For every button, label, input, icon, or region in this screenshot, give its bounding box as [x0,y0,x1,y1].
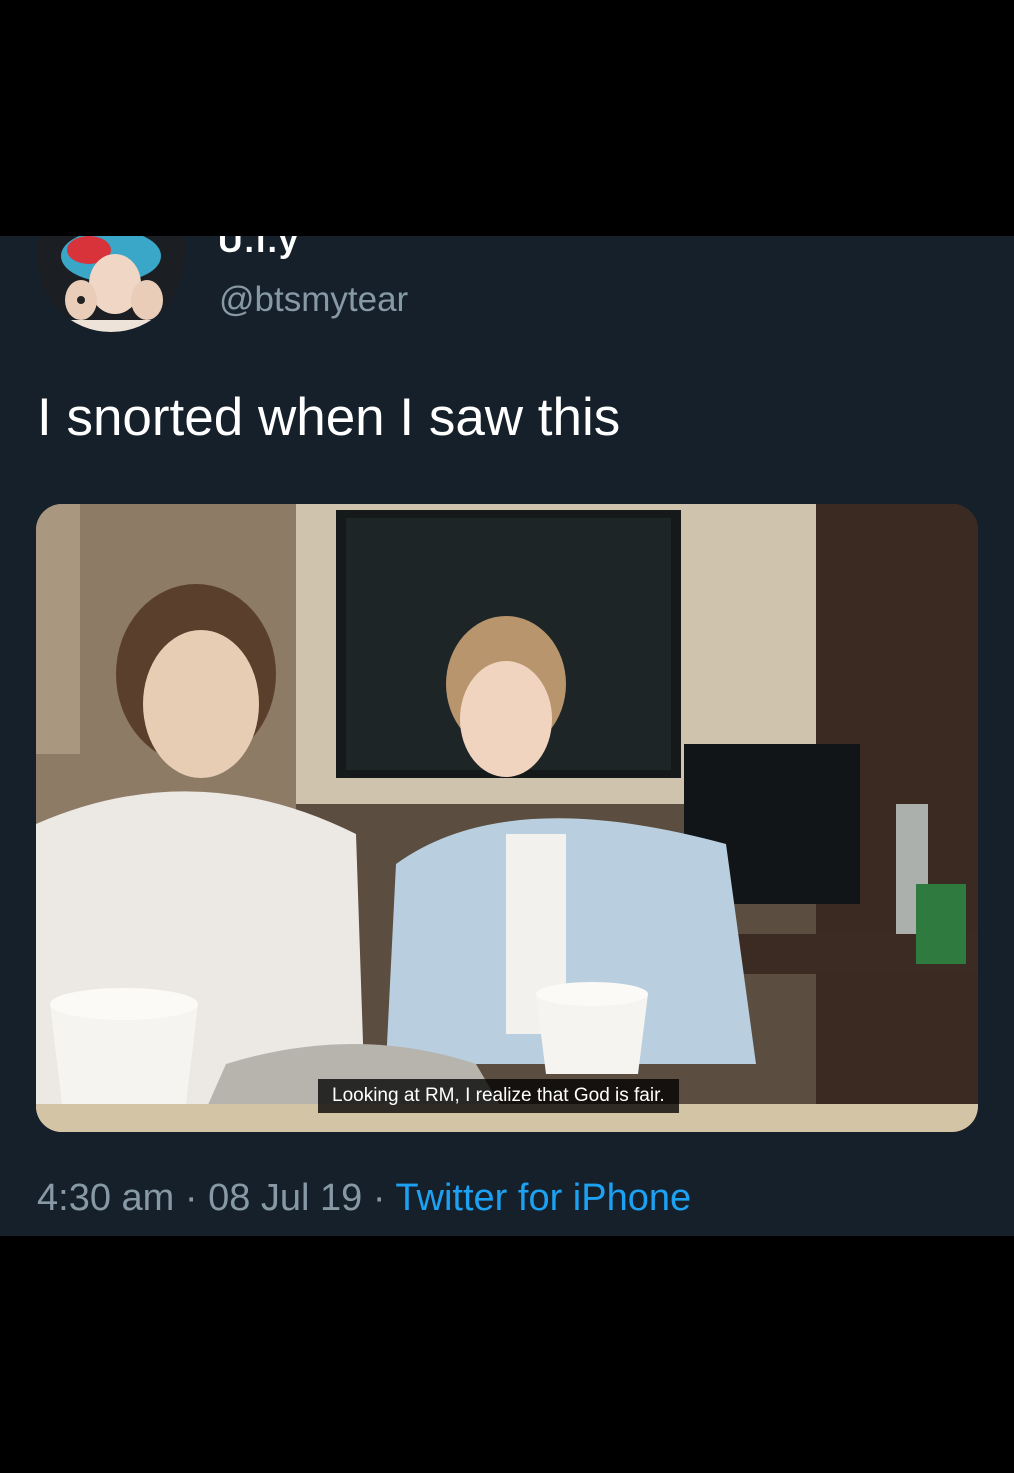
tweet-source-link[interactable]: Twitter for iPhone [395,1177,691,1219]
tweet-time[interactable]: 4:30 am [37,1177,174,1219]
tweet-media[interactable]: Looking at RM, I realize that God is fai… [36,504,978,1132]
meta-separator: · [372,1177,386,1219]
tweet-date[interactable]: 08 Jul 19 [208,1177,362,1219]
tweet-text: I snorted when I saw this [37,388,621,447]
video-subtitle: Looking at RM, I realize that God is fai… [318,1079,679,1113]
display-name[interactable]: U.ı.y [218,236,300,261]
screenshot-frame: U.ı.y @btsmytear I snorted when I saw th… [0,0,1014,1473]
tweet-metadata: 4:30 am · 08 Jul 19 · Twitter for iPhone [37,1177,691,1220]
meta-separator: · [184,1177,198,1219]
avatar[interactable] [37,236,185,332]
avatar-image [37,236,185,332]
media-photo [36,504,978,1132]
user-handle[interactable]: @btsmytear [219,280,408,320]
tweet-card: U.ı.y @btsmytear I snorted when I saw th… [0,236,1014,1236]
